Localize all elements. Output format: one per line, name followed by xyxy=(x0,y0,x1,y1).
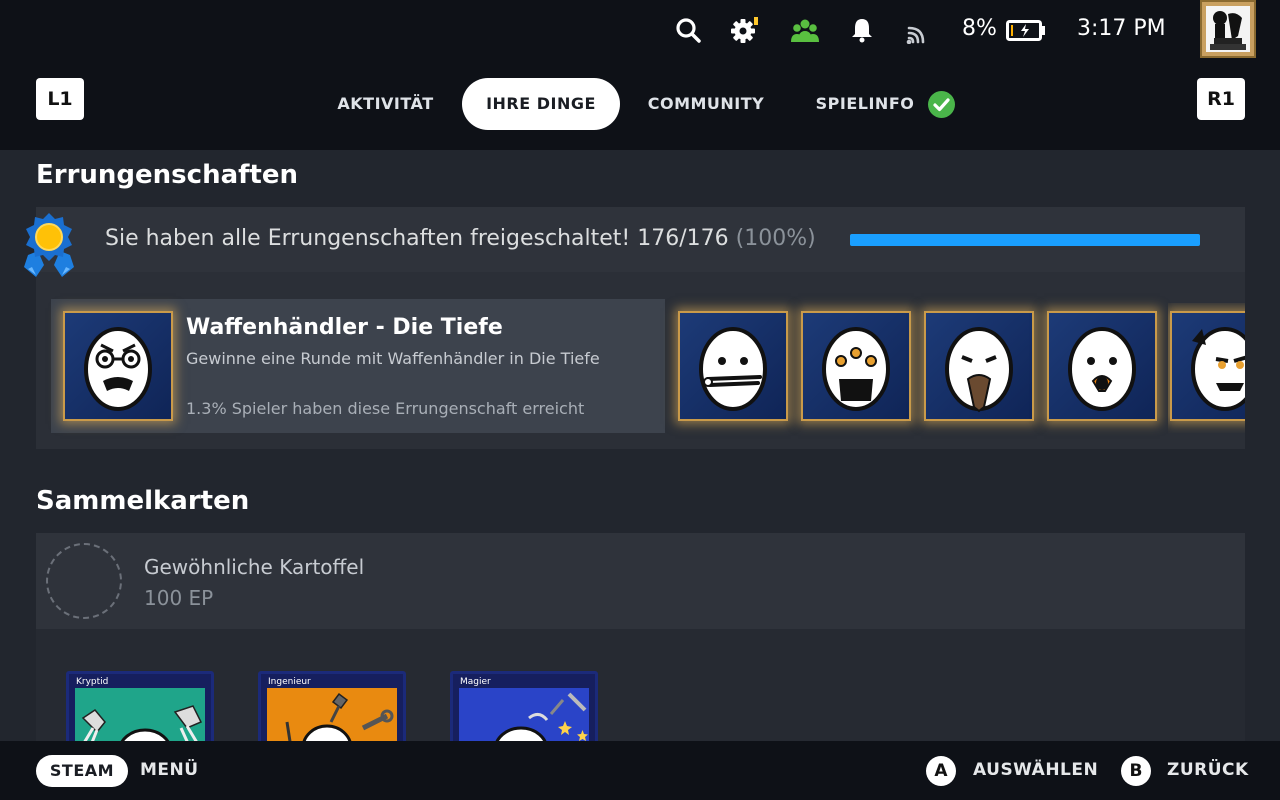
achievement-medal-icon xyxy=(22,211,76,279)
achievement-icon[interactable] xyxy=(801,311,911,421)
tab-bar: AKTIVITÄT IHRE DINGE COMMUNITY SPIELINFO xyxy=(0,78,1280,130)
battery-percent: 8% xyxy=(962,16,997,41)
back-action-label[interactable]: ZURÜCK xyxy=(1167,760,1249,780)
trading-card-art xyxy=(267,688,397,741)
select-action-label[interactable]: AUSWÄHLEN xyxy=(973,760,1098,780)
bell-icon[interactable] xyxy=(848,16,876,44)
status-bar: 8% 3:17 PM xyxy=(0,0,1280,62)
achievements-title: Errungenschaften xyxy=(36,160,299,190)
achievement-icon[interactable] xyxy=(1047,311,1157,421)
achievement-icon[interactable] xyxy=(678,311,788,421)
steam-button[interactable]: STEAM xyxy=(36,755,128,787)
top-bar: 8% 3:17 PM L1 R1 AKTIVITÄT IHRE DINGE CO… xyxy=(0,0,1280,150)
featured-achievement-rarity: 1.3% Spieler haben diese Errungenschaft … xyxy=(186,399,585,418)
badge-row[interactable]: Gewöhnliche Kartoffel 100 EP xyxy=(36,533,1245,629)
badge-name: Gewöhnliche Kartoffel xyxy=(144,555,365,579)
wifi-icon[interactable] xyxy=(905,16,933,45)
friends-icon[interactable] xyxy=(789,16,821,44)
badge-xp: 100 EP xyxy=(144,586,214,610)
achievements-panel[interactable]: Sie haben alle Errungenschaften freigesc… xyxy=(24,207,1245,449)
featured-achievement-description: Gewinne eine Runde mit Waffenhändler in … xyxy=(186,349,600,368)
featured-achievement-name: Waffenhändler - Die Tiefe xyxy=(186,315,503,340)
clock: 3:17 PM xyxy=(1077,16,1166,41)
tab-ihre-dinge[interactable]: IHRE DINGE xyxy=(462,78,620,130)
achievement-icon[interactable] xyxy=(1170,311,1245,421)
trading-card-label: Magier xyxy=(460,677,491,687)
achievement-tile-clip xyxy=(1168,303,1245,433)
search-icon[interactable] xyxy=(674,16,702,44)
achievements-summary-text: Sie haben alle Errungenschaften freigesc… xyxy=(105,226,729,251)
badge-placeholder-icon xyxy=(46,543,122,619)
achievements-summary: Sie haben alle Errungenschaften freigesc… xyxy=(105,226,816,251)
trading-card[interactable]: Magier xyxy=(450,671,598,741)
menu-label[interactable]: MENÜ xyxy=(140,760,199,780)
tab-aktivitaet[interactable]: AKTIVITÄT xyxy=(321,78,450,130)
trading-card-label: Kryptid xyxy=(76,677,109,687)
avatar[interactable] xyxy=(1200,0,1256,58)
check-circle-icon xyxy=(928,91,955,118)
achievements-summary-percent: (100%) xyxy=(735,226,816,251)
achievement-icon xyxy=(63,311,173,421)
trading-card-label: Ingenieur xyxy=(268,677,311,687)
trading-cards-title: Sammelkarten xyxy=(36,486,250,516)
settings-icon[interactable] xyxy=(730,16,758,44)
a-button-icon[interactable]: A xyxy=(926,756,956,786)
trading-cards-list: Kryptid Ingenieur Magier xyxy=(36,629,1245,741)
bottom-bar: STEAM MENÜ A AUSWÄHLEN B ZURÜCK xyxy=(0,741,1280,800)
b-button-icon[interactable]: B xyxy=(1121,756,1151,786)
trading-card[interactable]: Kryptid xyxy=(66,671,214,741)
achievements-progress-fill xyxy=(850,234,1200,246)
tab-spielinfo[interactable]: SPIELINFO xyxy=(806,78,924,130)
settings-badge xyxy=(754,17,758,25)
battery-icon[interactable] xyxy=(1006,16,1046,44)
featured-achievement[interactable]: Waffenhändler - Die Tiefe Gewinne eine R… xyxy=(51,299,665,433)
achievements-progress-bar xyxy=(850,234,1200,246)
tab-community[interactable]: COMMUNITY xyxy=(636,78,776,130)
achievement-icon[interactable] xyxy=(924,311,1034,421)
trading-card-art xyxy=(459,688,589,741)
trading-card[interactable]: Ingenieur xyxy=(258,671,406,741)
trading-card-art xyxy=(75,688,205,741)
